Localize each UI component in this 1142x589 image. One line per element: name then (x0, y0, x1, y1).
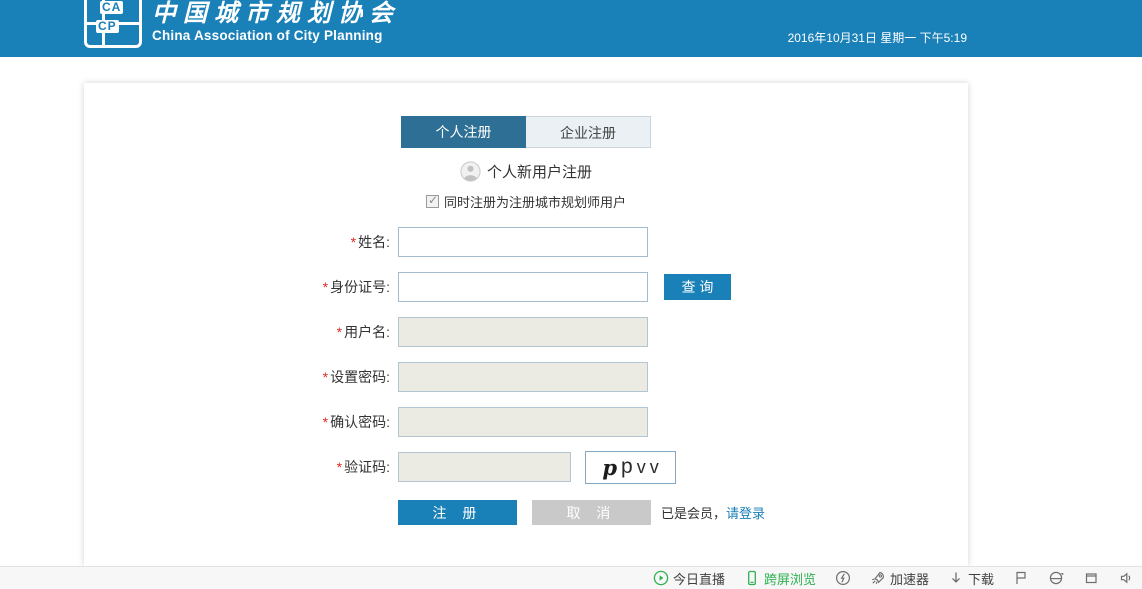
confirm-password-label: *确认密码: (84, 412, 390, 432)
site-header: CA CP 中国城市规划协会 China Association of City… (0, 0, 1142, 57)
password-field-row: *设置密码: (84, 362, 968, 392)
cacp-logo-icon: CA CP (84, 0, 142, 48)
planner-checkbox-row: 同时注册为注册城市规划师用户 (84, 192, 968, 211)
user-icon (460, 161, 481, 182)
toolbar-item-compatibility[interactable] (1048, 570, 1064, 586)
browser-toolbar: 今日直播 跨屏浏览 加速器 下载 (0, 566, 1142, 589)
toolbar-item-download[interactable]: 下载 (948, 569, 994, 588)
toolbar-booster-label: 加速器 (890, 569, 929, 588)
username-label: *用户名: (84, 322, 390, 342)
required-asterisk: * (351, 234, 356, 250)
required-asterisk: * (323, 279, 328, 295)
brand-block: 中国城市规划协会 China Association of City Plann… (152, 0, 400, 43)
flag-icon (1013, 570, 1029, 586)
tab-enterprise-register[interactable]: 企业注册 (526, 116, 651, 148)
brand-name-english: China Association of City Planning (152, 28, 400, 43)
confirm-password-input (398, 407, 648, 437)
captcha-field-row: *验证码: p p v v (84, 452, 968, 482)
form-title: 个人新用户注册 (487, 161, 592, 182)
toolbar-item-restore-window[interactable] (1083, 570, 1099, 586)
ie-icon (1048, 570, 1064, 586)
captcha-char: p (621, 455, 633, 479)
username-field-row: *用户名: (84, 317, 968, 347)
password-label: *设置密码: (84, 367, 390, 387)
download-arrow-icon (948, 570, 964, 586)
form-actions-row: 注 册 取 消 已是会员， 请登录 (84, 500, 968, 525)
toolbar-item-speed-test[interactable] (835, 570, 851, 586)
query-button[interactable]: 查 询 (664, 274, 731, 300)
required-asterisk: * (323, 369, 328, 385)
member-text: 已是会员， (661, 503, 726, 522)
registration-form: *姓名: *身份证号: 查 询 *用户名: *设置密码: *确认密码: *验证码… (84, 227, 968, 525)
toolbar-item-report[interactable] (1013, 570, 1029, 586)
play-circle-icon (653, 570, 669, 586)
id-number-input[interactable] (398, 272, 648, 302)
captcha-input (398, 452, 571, 482)
captcha-char: v (637, 457, 646, 478)
toolbar-item-cross-screen[interactable]: 跨屏浏览 (744, 569, 816, 588)
id-number-label: *身份证号: (84, 277, 390, 297)
planner-checkbox (426, 195, 439, 208)
password-input (398, 362, 648, 392)
confirm-password-field-row: *确认密码: (84, 407, 968, 437)
required-asterisk: * (337, 459, 342, 475)
cancel-button[interactable]: 取 消 (532, 500, 651, 525)
toolbar-cross-screen-label: 跨屏浏览 (764, 569, 816, 588)
name-label: *姓名: (84, 232, 390, 252)
registration-panel: 个人注册 企业注册 个人新用户注册 同时注册为注册城市规划师用户 *姓名: *身… (84, 83, 968, 566)
name-input[interactable] (398, 227, 648, 257)
logo-text-bottom: CP (96, 20, 119, 33)
captcha-image[interactable]: p p v v (585, 451, 676, 484)
register-tabs: 个人注册 企业注册 (401, 116, 651, 148)
restore-window-icon (1083, 570, 1099, 586)
toolbar-item-live[interactable]: 今日直播 (653, 569, 725, 588)
required-asterisk: * (323, 414, 328, 430)
rocket-icon (870, 570, 886, 586)
datetime-text: 2016年10月31日 星期一 下午5:19 (788, 29, 967, 46)
captcha-label: *验证码: (84, 457, 390, 477)
login-link[interactable]: 请登录 (726, 503, 765, 522)
toolbar-download-label: 下载 (968, 569, 994, 588)
id-number-field-row: *身份证号: 查 询 (84, 272, 968, 302)
register-button[interactable]: 注 册 (398, 500, 517, 525)
form-title-row: 个人新用户注册 (84, 161, 968, 182)
required-asterisk: * (337, 324, 342, 340)
name-field-row: *姓名: (84, 227, 968, 257)
toolbar-item-booster[interactable]: 加速器 (870, 569, 929, 588)
toolbar-item-volume[interactable] (1118, 570, 1134, 586)
logo-text-top: CA (100, 1, 123, 14)
speedometer-icon (835, 570, 851, 586)
captcha-char: p (602, 455, 617, 480)
planner-checkbox-label: 同时注册为注册城市规划师用户 (444, 192, 626, 211)
speaker-icon (1118, 570, 1134, 586)
username-input (398, 317, 648, 347)
toolbar-live-label: 今日直播 (673, 569, 725, 588)
phone-icon (744, 570, 760, 586)
captcha-char: v (650, 457, 659, 478)
brand-name-chinese: 中国城市规划协会 (152, 0, 400, 26)
tab-personal-register[interactable]: 个人注册 (401, 116, 526, 148)
